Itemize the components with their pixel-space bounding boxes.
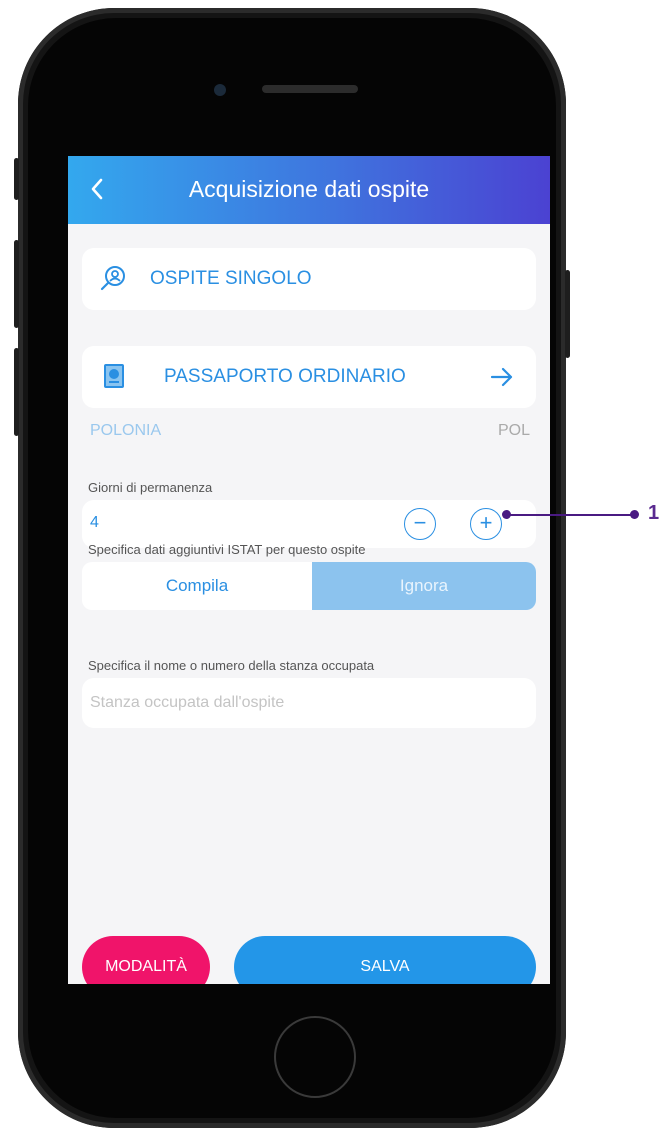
stay-days-stepper: 4 − + [82,500,536,548]
country-code: POL [498,422,531,439]
document-type-card[interactable]: PASSAPORTO ORDINARIO [82,346,536,408]
istat-label: Specifica dati aggiuntivi ISTAT per ques… [88,542,366,557]
callout-line [506,514,634,516]
guest-type-card[interactable]: OSPITE SINGOLO [82,248,536,310]
volume-down-button [14,348,19,436]
save-button[interactable]: SALVA [234,936,536,984]
power-button [565,270,570,358]
earpiece-speaker [262,85,358,93]
increment-button[interactable]: + [470,508,502,540]
room-input-field[interactable]: Stanza occupata dall'ospite [82,678,536,728]
app-screen: Acquisizione dati ospite OSPITE SINGOLO [68,156,550,984]
decrement-button[interactable]: − [404,508,436,540]
volume-up-button [14,240,19,328]
document-type-label: PASSAPORTO ORDINARIO [164,366,406,387]
callout-number: 1 [648,502,660,524]
mute-switch [14,158,19,200]
callout-end-dot [630,510,639,519]
istat-option-ignora[interactable]: Ignora [312,562,536,610]
room-label: Specifica il nome o numero della stanza … [88,658,375,673]
page-title: Acquisizione dati ospite [188,176,430,202]
user-search-icon [100,264,128,297]
istat-segmented-control: Compila Ignora [82,562,536,610]
country-name: POLONIA [90,422,162,439]
app-header: Acquisizione dati ospite [68,156,550,224]
stay-days-label: Giorni di permanenza [88,480,213,495]
passport-icon [102,362,126,395]
phone-frame: Acquisizione dati ospite OSPITE SINGOLO [14,8,570,1128]
stay-days-value[interactable]: 4 [90,514,99,532]
arrow-right-icon[interactable] [490,366,514,393]
mode-button[interactable]: MODALITÀ [82,936,210,984]
front-camera [214,84,226,96]
guest-type-label: OSPITE SINGOLO [150,268,312,289]
room-input-placeholder: Stanza occupata dall'ospite [90,694,285,711]
home-button[interactable] [274,1016,356,1098]
istat-option-compila[interactable]: Compila [82,562,312,610]
